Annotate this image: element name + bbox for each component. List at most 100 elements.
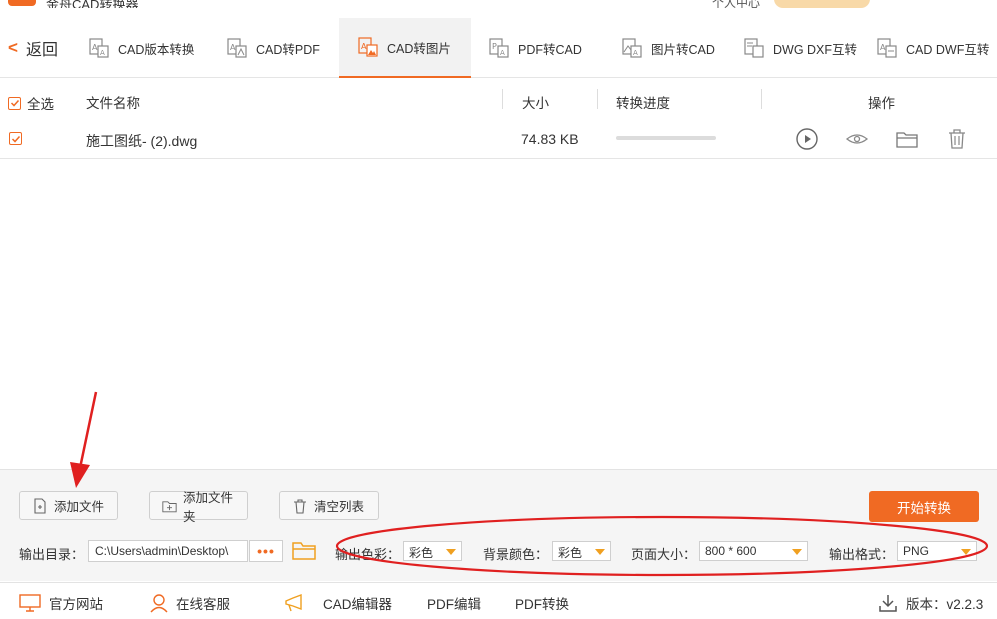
output-color-label: 输出色彩： [335, 547, 401, 562]
trash-icon [294, 498, 306, 514]
clear-list-label: 清空列表 [314, 500, 365, 514]
output-dir-input[interactable] [88, 540, 248, 562]
page-size-select[interactable]: 800 * 600 [699, 541, 808, 561]
output-color-value: 彩色 [409, 546, 434, 560]
dropdown-caret-icon [792, 549, 802, 555]
tab-label: CAD版本转换 [118, 42, 195, 57]
version-label: 版本：v2.2.3 [906, 597, 984, 612]
clear-list-button[interactable]: 清空列表 [279, 491, 379, 520]
service-label: 在线客服 [176, 597, 230, 612]
column-divider [597, 89, 598, 109]
add-folder-button[interactable]: 添加文件夹 [149, 491, 248, 524]
version-info[interactable]: 版本：v2.2.3 [878, 593, 983, 613]
svg-text:A: A [500, 49, 505, 57]
checkbox-icon [8, 96, 21, 110]
header-size: 大小 [522, 96, 549, 111]
tab-label: 图片转CAD [651, 42, 715, 57]
dropdown-caret-icon [595, 549, 605, 555]
website-label: 官方网站 [49, 597, 103, 612]
svg-text:A: A [633, 49, 638, 57]
svg-text:A: A [361, 42, 367, 51]
page-size-value: 800 * 600 [705, 544, 757, 558]
cad-editor-label: CAD编辑器 [323, 597, 393, 612]
svg-text:A: A [92, 43, 98, 52]
dropdown-caret-icon [446, 549, 456, 555]
tab-label: DWG DXF互转 [773, 42, 858, 57]
official-website-link[interactable]: 官方网站 [19, 593, 103, 613]
chevron-left-icon: < [8, 38, 18, 57]
row-checkbox[interactable] [9, 132, 22, 145]
bg-color-select[interactable]: 彩色 [552, 541, 611, 561]
file-name: 施工图纸- (2).dwg [86, 133, 198, 149]
tab-label: CAD转PDF [256, 42, 320, 57]
file-size: 74.83 KB [521, 131, 579, 147]
pdf-editor-link[interactable]: PDF编辑 [427, 593, 481, 613]
select-all-checkbox[interactable]: 全选 [8, 93, 54, 113]
column-divider [502, 89, 503, 109]
output-format-label: 输出格式： [829, 547, 895, 562]
tab-pdf-to-cad[interactable]: PA PDF转CAD [488, 18, 588, 78]
open-output-folder-icon[interactable] [291, 538, 317, 562]
start-convert-button[interactable]: 开始转换 [869, 491, 979, 522]
svg-text:P: P [492, 42, 497, 51]
file-table-header: 全选 文件名称 大小 转换进度 操作 [0, 80, 997, 120]
customer-service-icon [150, 594, 168, 613]
tab-dwg-dxf[interactable]: DWG DXF互转 [743, 18, 861, 78]
add-folder-label: 添加文件夹 [182, 490, 233, 524]
back-label: 返回 [25, 42, 58, 59]
megaphone-icon [285, 594, 302, 612]
tab-cad-dwf[interactable]: A CAD DWF互转 [876, 18, 997, 78]
select-all-label: 全选 [27, 97, 54, 112]
title-bar: 金舟CAD转换器 个人中心 [0, 0, 997, 8]
tab-label: CAD转图片 [387, 41, 451, 56]
bg-color-label: 背景颜色： [483, 547, 549, 562]
open-folder-icon[interactable] [895, 127, 919, 151]
cad-to-pdf-icon: A [227, 38, 247, 58]
monitor-icon [19, 594, 41, 612]
header-actions: 操作 [868, 96, 895, 111]
window-title: 金舟CAD转换器 [46, 0, 139, 8]
add-file-label: 添加文件 [54, 500, 105, 514]
image-to-cad-icon: A [622, 38, 642, 58]
add-file-icon [34, 497, 46, 514]
svg-text:A: A [100, 49, 105, 57]
header-progress: 转换进度 [616, 96, 670, 111]
cad-version-icon: AA [89, 38, 109, 58]
tab-cad-version[interactable]: AA CAD版本转换 [88, 18, 206, 78]
pdf-to-cad-icon: PA [489, 38, 509, 58]
tab-image-to-cad[interactable]: A 图片转CAD [621, 18, 721, 78]
play-icon[interactable] [795, 127, 819, 151]
user-center-link[interactable]: 个人中心 [712, 0, 760, 8]
add-folder-icon [162, 500, 177, 512]
back-button[interactable]: < 返回 [8, 18, 58, 78]
cad-to-image-icon: A [358, 37, 378, 57]
table-row: 施工图纸- (2).dwg 74.83 KB [0, 120, 997, 159]
online-service-link[interactable]: 在线客服 [150, 593, 230, 613]
tab-cad-to-image[interactable]: A CAD转图片 [339, 18, 471, 78]
cad-editor-link[interactable]: CAD编辑器 [283, 593, 392, 613]
svg-text:A: A [880, 43, 886, 52]
dropdown-caret-icon [961, 549, 971, 555]
dwg-dxf-icon [744, 38, 764, 58]
browse-dots-button[interactable]: ••• [249, 540, 283, 562]
annotation-arrow [78, 391, 98, 469]
progress-bar [616, 136, 716, 140]
header-file-name: 文件名称 [86, 96, 140, 111]
tab-label: PDF转CAD [518, 42, 582, 57]
output-format-select[interactable]: PNG [897, 541, 977, 561]
preview-eye-icon[interactable] [845, 127, 869, 151]
app-logo [8, 0, 36, 6]
pdf-convert-link[interactable]: PDF转换 [515, 593, 569, 613]
column-divider [761, 89, 762, 109]
tab-label: CAD DWF互转 [906, 42, 990, 57]
vip-button[interactable] [774, 0, 870, 8]
delete-trash-icon[interactable] [945, 127, 969, 151]
add-file-button[interactable]: 添加文件 [19, 491, 118, 520]
bg-color-value: 彩色 [558, 546, 583, 560]
output-format-value: PNG [903, 544, 930, 558]
download-update-icon [879, 595, 897, 612]
page-size-label: 页面大小： [631, 547, 697, 562]
tab-cad-to-pdf[interactable]: A CAD转PDF [226, 18, 326, 78]
output-color-select[interactable]: 彩色 [403, 541, 462, 561]
function-toolbar: < 返回 AA CAD版本转换 A CAD转PDF A CAD转图片 PA PD… [0, 18, 997, 78]
